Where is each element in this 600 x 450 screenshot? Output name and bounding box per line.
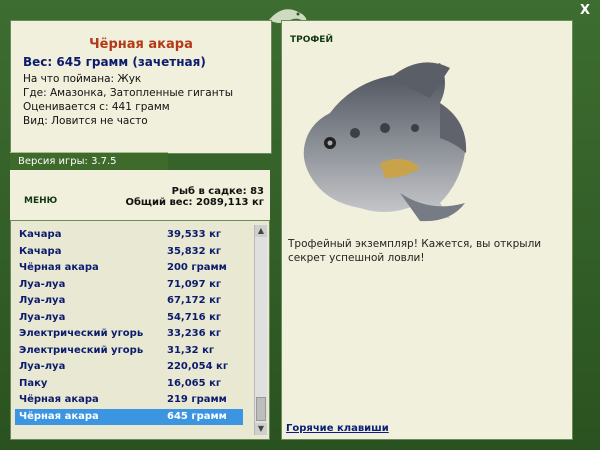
fish-info-card: Чёрная акара Вес: 645 грамм (зачетная) Н…	[10, 20, 272, 154]
catch-name: Чёрная акара	[19, 410, 99, 422]
menu-area: МЕНЮ Рыб в садке: 83 Общий вес: 2089,113…	[10, 170, 270, 220]
fish-location: Где: Амазонка, Затопленные гиганты	[23, 87, 233, 99]
cage-count: Рыб в садке: 83	[171, 186, 264, 197]
catch-weight: 16,065 кг	[167, 377, 222, 389]
catch-weight: 67,172 кг	[167, 295, 222, 306]
catch-list-row[interactable]: Электрический угорь 31,32 кг	[15, 343, 243, 359]
catch-weight: 35,832 кг	[167, 245, 222, 257]
fish-type: Вид: Ловится не часто	[23, 115, 148, 127]
fish-name: Чёрная акара	[89, 37, 193, 52]
catch-weight: 645 грамм	[167, 410, 227, 422]
cage-total-weight: Общий вес: 2089,113 кг	[125, 197, 264, 208]
catch-list-row[interactable]: Чёрная акара 200 грамм	[15, 260, 243, 276]
hotkeys-link[interactable]: Горячие клавиши	[286, 423, 389, 434]
catch-name: Качара	[19, 229, 62, 240]
catch-name: Луа-луа	[19, 278, 66, 290]
catch-list-row[interactable]: Чёрная акара 219 грамм	[15, 392, 243, 408]
catch-weight: 33,236 кг	[167, 328, 222, 339]
fish-value: Оценивается с: 441 грамм	[23, 101, 170, 113]
catch-weight: 31,32 кг	[167, 344, 215, 356]
catch-weight: 200 грамм	[167, 262, 227, 273]
fish-image	[303, 62, 467, 222]
catch-list-row[interactable]: Луа-луа 220,054 кг	[15, 359, 243, 375]
list-scrollbar[interactable]: ▲ ▼	[254, 225, 267, 435]
catch-name: Луа-луа	[19, 311, 66, 323]
catch-name: Чёрная акара	[19, 262, 99, 273]
catch-name: Луа-луа	[19, 361, 66, 372]
scroll-down-icon[interactable]: ▼	[255, 423, 267, 435]
left-panel: Чёрная акара Вес: 645 грамм (зачетная) Н…	[10, 20, 272, 440]
fish-bait: На что поймана: Жук	[23, 73, 142, 85]
cage-stats: Рыб в садке: 83 Общий вес: 2089,113 кг	[125, 186, 264, 208]
catch-name: Луа-луа	[19, 295, 66, 306]
close-button[interactable]: X	[578, 4, 592, 18]
catch-list-row[interactable]: Качара 35,832 кг	[15, 244, 243, 260]
catch-name: Паку	[19, 377, 48, 389]
fish-weight: Вес: 645 грамм (зачетная)	[23, 55, 206, 69]
catch-weight: 71,097 кг	[167, 278, 222, 290]
version-label: Версия игры: 3.7.5	[10, 152, 168, 170]
catch-list-row[interactable]: Чёрная акара 645 грамм	[15, 408, 243, 425]
catch-name: Электрический угорь	[19, 328, 144, 339]
catch-name: Электрический угорь	[19, 344, 144, 356]
catch-list[interactable]: ▲ ▼ Качара 39,533 кг Качара 35,832 кг Чёрная…	[10, 220, 270, 440]
scroll-thumb[interactable]	[256, 397, 266, 421]
catch-list-row[interactable]: Луа-луа 67,172 кг	[15, 293, 243, 309]
catch-list-row[interactable]: Качара 39,533 кг	[15, 227, 243, 243]
scroll-up-icon[interactable]: ▲	[255, 225, 267, 237]
menu-button[interactable]: МЕНЮ	[24, 196, 57, 206]
catch-weight: 219 грамм	[167, 394, 227, 405]
catch-list-row[interactable]: Луа-луа 71,097 кг	[15, 277, 243, 293]
catch-name: Качара	[19, 245, 62, 257]
catch-list-row[interactable]: Луа-луа 54,716 кг	[15, 310, 243, 326]
trophy-panel: ТРОФЕЙ Трофейный экземпляр! Кажется, вы …	[281, 20, 573, 440]
window-frame: X Чёрная акара Вес: 645 грамм (зачетная)…	[0, 0, 600, 450]
catch-weight: 220,054 кг	[167, 361, 229, 372]
catch-weight: 54,716 кг	[167, 311, 222, 323]
catch-name: Чёрная акара	[19, 394, 99, 405]
catch-list-row[interactable]: Паку 16,065 кг	[15, 376, 243, 392]
trophy-description: Трофейный экземпляр! Кажется, вы открыли…	[288, 238, 542, 264]
catch-list-row[interactable]: Электрический угорь 33,236 кг	[15, 326, 243, 342]
catch-weight: 39,533 кг	[167, 229, 222, 240]
